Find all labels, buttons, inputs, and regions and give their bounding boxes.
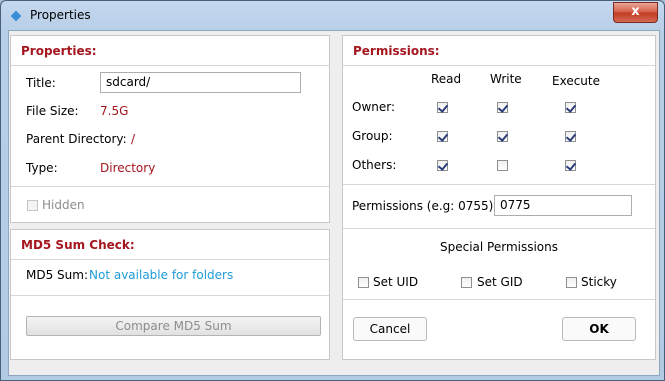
close-icon: x bbox=[631, 4, 640, 19]
title-label: Title: bbox=[26, 76, 56, 90]
hidden-label: Hidden bbox=[42, 198, 85, 212]
set-uid-label: Set UID bbox=[373, 275, 419, 289]
group-read-checkbox[interactable] bbox=[437, 131, 448, 142]
properties-panel: Properties: Title: sdcard/ File Size: 7.… bbox=[10, 35, 330, 223]
divider bbox=[343, 228, 655, 229]
file-size-label: File Size: bbox=[26, 104, 79, 118]
owner-execute-checkbox[interactable] bbox=[565, 102, 576, 113]
type-label: Type: bbox=[26, 161, 58, 175]
group-execute-checkbox[interactable] bbox=[565, 131, 576, 142]
close-button[interactable]: x bbox=[613, 2, 658, 23]
owner-write-checkbox[interactable] bbox=[497, 102, 508, 113]
write-column-header: Write bbox=[490, 72, 522, 86]
ok-button[interactable]: OK bbox=[562, 317, 636, 341]
others-read-checkbox[interactable] bbox=[437, 160, 448, 171]
md5-label: MD5 Sum: bbox=[26, 268, 88, 282]
window-title: Properties bbox=[30, 8, 91, 22]
compare-md5-button[interactable]: Compare MD5 Sum bbox=[26, 316, 321, 336]
title-bar[interactable]: Properties x bbox=[1, 1, 664, 31]
octal-permissions-label: Permissions (e.g: 0755): bbox=[352, 199, 498, 213]
divider bbox=[343, 184, 655, 185]
permissions-heading: Permissions: bbox=[343, 36, 655, 66]
owner-read-checkbox[interactable] bbox=[437, 102, 448, 113]
divider bbox=[343, 299, 655, 300]
set-gid-label: Set GID bbox=[477, 275, 523, 289]
others-execute-checkbox[interactable] bbox=[565, 160, 576, 171]
sticky-checkbox[interactable] bbox=[566, 277, 577, 288]
md5-heading: MD5 Sum Check: bbox=[11, 230, 329, 260]
read-column-header: Read bbox=[431, 72, 462, 86]
divider bbox=[11, 295, 329, 296]
properties-window: Properties x Properties: Title: sdcard/ … bbox=[0, 0, 665, 381]
file-size-value: 7.5G bbox=[100, 104, 129, 118]
properties-heading: Properties: bbox=[11, 36, 329, 66]
app-icon bbox=[11, 11, 21, 21]
md5-panel: MD5 Sum Check: MD5 Sum: Not available fo… bbox=[10, 229, 330, 360]
special-permissions-heading: Special Permissions bbox=[439, 240, 559, 254]
cancel-button[interactable]: Cancel bbox=[353, 317, 427, 341]
set-uid-checkbox[interactable] bbox=[358, 277, 369, 288]
permissions-panel: Permissions: Read Write Execute Owner: G… bbox=[342, 35, 656, 360]
md5-value: Not available for folders bbox=[89, 268, 234, 282]
others-write-checkbox[interactable] bbox=[497, 160, 508, 171]
parent-directory-value: / bbox=[131, 132, 136, 146]
octal-permissions-input[interactable]: 0775 bbox=[494, 195, 632, 216]
parent-directory-label: Parent Directory: bbox=[26, 132, 127, 146]
group-write-checkbox[interactable] bbox=[497, 131, 508, 142]
title-input[interactable]: sdcard/ bbox=[100, 72, 301, 93]
set-gid-checkbox[interactable] bbox=[461, 277, 472, 288]
group-label: Group: bbox=[352, 129, 393, 143]
execute-column-header: Execute bbox=[552, 74, 600, 88]
dialog-client-area: Properties: Title: sdcard/ File Size: 7.… bbox=[8, 30, 660, 376]
type-value: Directory bbox=[100, 161, 156, 175]
divider bbox=[11, 186, 329, 187]
owner-label: Owner: bbox=[352, 100, 396, 114]
others-label: Others: bbox=[352, 158, 397, 172]
sticky-label: Sticky bbox=[581, 275, 617, 289]
hidden-checkbox[interactable] bbox=[27, 200, 38, 211]
